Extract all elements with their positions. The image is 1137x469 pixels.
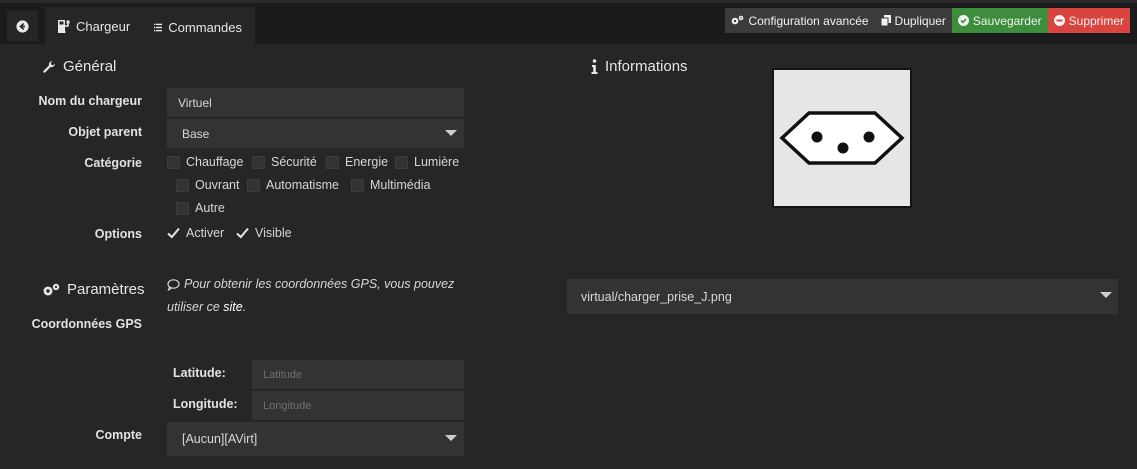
category-label: Catégorie [84, 156, 142, 170]
option-visible-label: Visible [255, 226, 292, 240]
account-label: Compte [95, 428, 142, 442]
delete-label: Supprimer [1068, 13, 1124, 28]
charger-name-value: Virtuel [178, 95, 212, 110]
check-icon [167, 227, 180, 240]
params-title-text: Paramètres [67, 281, 145, 298]
charger-name-label: Nom du chargeur [38, 94, 143, 108]
advanced-config-label: Configuration avancée [748, 13, 869, 28]
back-button[interactable] [7, 11, 38, 41]
arrow-left-circle-icon [16, 19, 29, 33]
longitude-input[interactable]: Longitude [252, 391, 464, 420]
category-ouvrant-checkbox[interactable]: Ouvrant [176, 178, 239, 192]
charger-icon [58, 19, 70, 33]
category-automatisme-checkbox[interactable]: Automatisme [247, 178, 339, 192]
tab-chargeur[interactable]: Chargeur [45, 7, 144, 47]
socket-type-j-icon [779, 111, 905, 165]
category-chauffage-label: Chauffage [186, 155, 244, 169]
parent-object-value: Base [182, 126, 210, 141]
longitude-placeholder: Longitude [263, 399, 312, 412]
gps-help-text: Pour obtenir les coordonnées GPS, vous p… [167, 273, 467, 319]
category-energie-checkbox[interactable]: Energie [326, 155, 388, 169]
latitude-input[interactable]: Latitude [252, 360, 464, 389]
check-icon [236, 227, 249, 240]
checkbox-box [326, 155, 339, 169]
option-activer-label: Activer [186, 226, 225, 240]
parent-object-select[interactable]: Base [167, 119, 464, 148]
category-autre-label: Autre [195, 201, 225, 215]
save-label: Sauvegarder [972, 13, 1042, 28]
category-multimedia-label: Multimédia [370, 178, 431, 192]
info-icon [591, 59, 598, 74]
parent-object-label: Objet parent [68, 125, 142, 139]
duplicate-label: Dupliquer [894, 13, 946, 28]
chevron-down-icon [1100, 292, 1112, 298]
top-bar: Chargeur Commandes Configuration avancée… [0, 0, 1137, 47]
image-select[interactable]: virtual/charger_prise_J.png [567, 279, 1118, 314]
checkbox-box [252, 155, 265, 169]
category-autre-checkbox[interactable]: Autre [176, 201, 225, 215]
advanced-config-button[interactable]: Configuration avancée [725, 8, 875, 33]
charger-name-input[interactable]: Virtuel [167, 88, 464, 117]
account-value: [Aucun][AVirt] [182, 432, 258, 446]
list-icon [154, 23, 163, 31]
account-select[interactable]: [Aucun][AVirt] [167, 422, 464, 456]
delete-button[interactable]: Supprimer [1047, 8, 1130, 33]
latitude-placeholder: Latitude [263, 368, 303, 381]
category-securite-label: Sécurité [271, 155, 317, 169]
category-lumiere-checkbox[interactable]: Lumière [395, 155, 459, 169]
category-multimedia-checkbox[interactable]: Multimédia [351, 178, 430, 192]
option-activer-checkbox[interactable]: Activer [167, 226, 224, 240]
minus-circle-icon [1053, 15, 1065, 26]
latitude-label: Latitude: [173, 366, 226, 380]
tab-commandes-label: Commandes [168, 19, 242, 35]
gps-label: Coordonnées GPS [31, 317, 142, 331]
save-button[interactable]: Sauvegarder [951, 8, 1048, 33]
duplicate-button[interactable]: Dupliquer [874, 8, 952, 33]
checkbox-box [176, 201, 189, 215]
check-circle-icon [957, 15, 969, 26]
checkbox-box [351, 178, 364, 192]
category-chauffage-checkbox[interactable]: Chauffage [167, 155, 243, 169]
chevron-down-icon [445, 435, 457, 441]
options-label: Options [94, 227, 142, 241]
checkbox-box [247, 178, 260, 192]
action-buttons: Configuration avancée Dupliquer Sauvegar… [725, 8, 1130, 33]
comment-icon [167, 278, 180, 291]
tab-commandes[interactable]: Commandes [141, 7, 255, 47]
longitude-label: Longitude: [173, 397, 238, 411]
category-automatisme-label: Automatisme [266, 178, 339, 192]
wrench-icon [43, 60, 56, 73]
checkbox-box [167, 155, 180, 169]
image-select-value: virtual/charger_prise_J.png [581, 289, 732, 304]
category-energie-label: Energie [345, 155, 389, 169]
general-section-title: Général [42, 58, 116, 75]
info-title-text: Informations [605, 58, 688, 75]
params-section-title: Paramètres [42, 281, 145, 298]
tab-chargeur-label: Chargeur [76, 18, 131, 34]
charger-image [772, 68, 912, 208]
gears-icon [732, 15, 744, 25]
chevron-down-icon [445, 130, 457, 136]
category-ouvrant-label: Ouvrant [195, 178, 240, 192]
option-visible-checkbox[interactable]: Visible [236, 226, 292, 240]
general-title-text: Général [63, 58, 117, 75]
category-securite-checkbox[interactable]: Sécurité [252, 155, 317, 169]
gps-help-line2: utiliser ce [167, 300, 220, 314]
category-lumiere-label: Lumière [414, 155, 460, 169]
gears-icon [43, 283, 60, 295]
gps-site-link[interactable]: site [223, 300, 242, 314]
gps-help-period: . [242, 300, 247, 314]
copy-icon [880, 15, 891, 26]
info-section-title: Informations [591, 58, 688, 75]
gps-help-line1: Pour obtenir les coordonnées GPS, vous p… [184, 277, 455, 291]
checkbox-box [395, 155, 408, 169]
checkbox-box [176, 178, 189, 192]
